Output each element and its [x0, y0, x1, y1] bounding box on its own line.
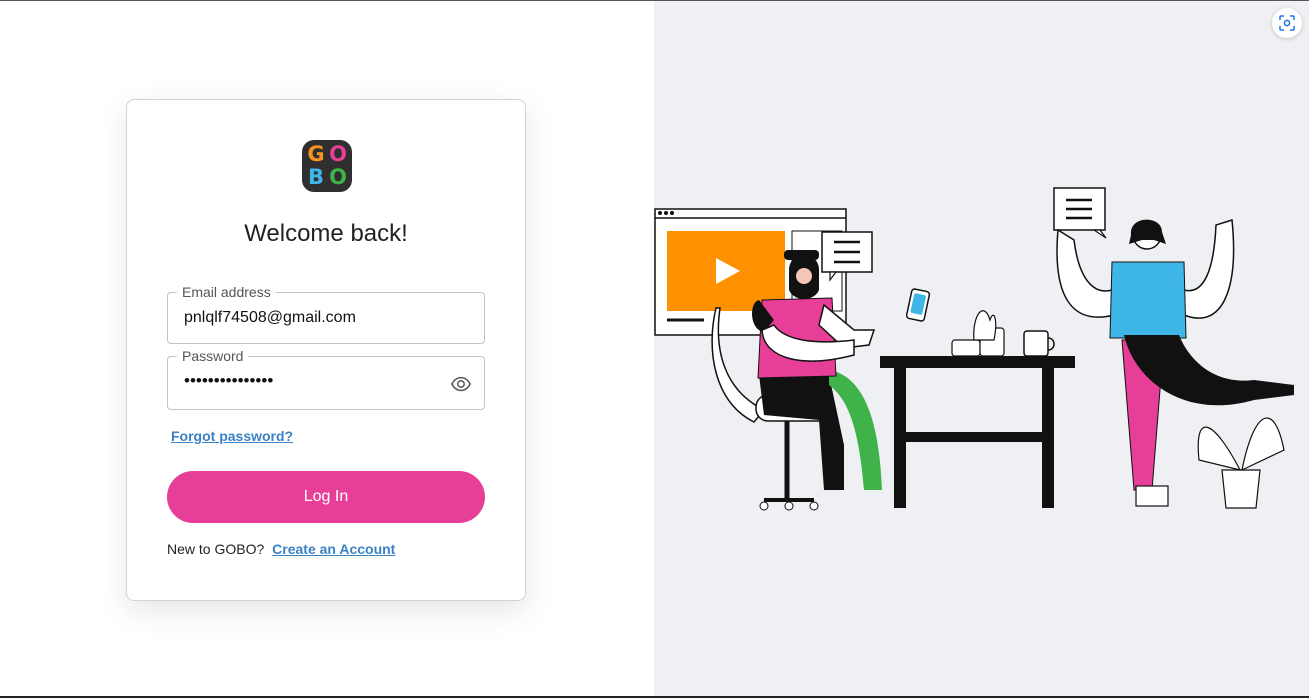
screenshot-scan-icon: [1279, 15, 1295, 31]
login-card: G O B O Welcome back! Email address pnlq…: [126, 99, 526, 601]
password-value[interactable]: •••••••••••••••: [184, 371, 273, 391]
email-label: Email address: [177, 284, 276, 300]
page-title: Welcome back!: [244, 220, 408, 247]
login-pane: G O B O Welcome back! Email address pnlq…: [0, 1, 654, 696]
create-account-link[interactable]: Create an Account: [272, 541, 395, 557]
logo-letter-o2: O: [329, 165, 347, 189]
forgot-password-link[interactable]: Forgot password?: [171, 428, 293, 444]
screenshot-scan-button[interactable]: [1272, 8, 1302, 38]
password-field[interactable]: Password •••••••••••••••: [167, 348, 485, 410]
email-field[interactable]: Email address pnlqlf74508@gmail.com: [167, 284, 485, 344]
login-button[interactable]: Log In: [167, 471, 485, 523]
logo-letter-o: O: [329, 142, 347, 166]
workspace-illustration: [654, 187, 1294, 511]
eye-icon[interactable]: [450, 373, 472, 395]
logo-letter-b: B: [307, 165, 324, 189]
email-value[interactable]: pnlqlf74508@gmail.com: [184, 309, 356, 327]
signup-row: New to GOBO? Create an Account: [167, 541, 395, 557]
logo-letter-g: G: [307, 142, 325, 166]
signup-prompt: New to GOBO?: [167, 541, 265, 557]
gobo-logo: G O B O: [302, 140, 352, 192]
password-label: Password: [177, 348, 249, 364]
